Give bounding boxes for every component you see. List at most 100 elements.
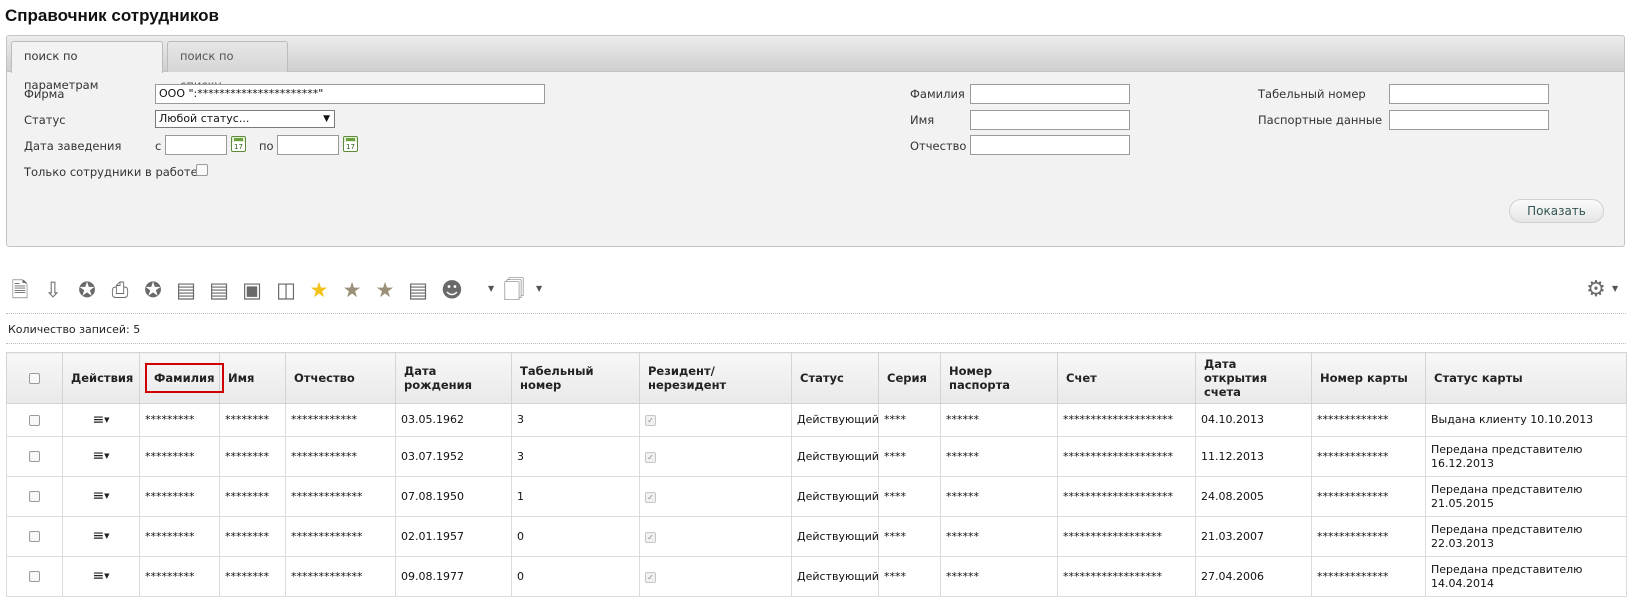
column-header-status[interactable]: Статус — [791, 352, 879, 404]
table-row[interactable]: ≡▼ ********* ******** ************* 02.0… — [6, 516, 1627, 557]
column-header-resident[interactable]: Резидент/ нерезидент — [639, 352, 792, 404]
patronymic-cell: ************* — [285, 516, 396, 557]
records-count: Количество записей: 5 — [8, 323, 141, 336]
table-row[interactable]: ≡▼ ********* ******** ************ 03.05… — [6, 403, 1627, 437]
column-header-passport-number[interactable]: Номер паспорта — [940, 352, 1058, 404]
star-icon[interactable]: ★ — [305, 276, 333, 304]
column-header-series[interactable]: Серия — [878, 352, 941, 404]
gear-icon[interactable]: ⚙ — [1582, 276, 1610, 304]
row-select-cell[interactable] — [6, 556, 63, 597]
series-cell: **** — [878, 436, 941, 477]
firm-label: Фирма — [24, 87, 65, 101]
divider — [6, 343, 1626, 344]
star-gray-icon[interactable]: ★ — [371, 276, 399, 304]
id-card-delete-icon[interactable]: ▣ — [238, 276, 266, 304]
id-card-icon[interactable]: ▤ — [172, 276, 200, 304]
account-cell: ****************** — [1057, 516, 1196, 557]
tab-search-by-list[interactable]: поиск по списку — [167, 41, 288, 92]
date-to-label: по — [259, 139, 274, 153]
actions-menu-icon[interactable]: ≡▼ — [92, 488, 109, 504]
passport-field[interactable] — [1389, 110, 1549, 130]
actions-menu-icon[interactable]: ≡▼ — [92, 412, 109, 428]
column-header-birth-date[interactable]: Дата рождения — [395, 352, 512, 404]
document-card-icon[interactable]: ▤ — [404, 276, 432, 304]
row-actions-cell[interactable]: ≡▼ — [62, 436, 140, 477]
birth-date-cell: 09.08.1977 — [395, 556, 512, 597]
table-row[interactable]: ≡▼ ********* ******** ************ 03.07… — [6, 436, 1627, 477]
column-header-name[interactable]: Имя — [219, 352, 286, 404]
row-checkbox[interactable] — [29, 571, 40, 582]
award-icon[interactable]: ✪ — [73, 276, 101, 304]
birth-date-cell: 03.05.1962 — [395, 403, 512, 437]
name-cell: ******** — [219, 403, 286, 437]
row-checkbox[interactable] — [29, 491, 40, 502]
employees-table: Действия Фамилия Имя Отчество Дата рожде… — [6, 352, 1627, 597]
name-label: Имя — [910, 113, 935, 127]
tab-search-by-parameters[interactable]: поиск по параметрам — [11, 41, 163, 92]
row-actions-cell[interactable]: ≡▼ — [62, 476, 140, 517]
resident-cell: ✓ — [639, 403, 792, 437]
column-header-account-open-date[interactable]: Дата открытия счета — [1195, 352, 1312, 404]
chevron-down-icon[interactable]: ▼ — [536, 284, 542, 293]
date-created-label: Дата заведения — [24, 139, 122, 153]
new-document-icon[interactable]: 🗎 — [6, 276, 34, 304]
row-checkbox[interactable] — [29, 451, 40, 462]
select-all-checkbox[interactable] — [29, 373, 40, 384]
actions-menu-icon[interactable]: ≡▼ — [92, 528, 109, 544]
date-to-input[interactable] — [277, 135, 339, 155]
column-header-account[interactable]: Счет — [1057, 352, 1196, 404]
select-all-header[interactable] — [6, 352, 63, 404]
column-header-card-status[interactable]: Статус карты — [1425, 352, 1627, 404]
chevron-down-icon[interactable]: ▼ — [488, 284, 494, 293]
date-from-input[interactable] — [165, 135, 227, 155]
account-open-date-cell: 04.10.2013 — [1195, 403, 1312, 437]
row-select-cell[interactable] — [6, 403, 63, 437]
series-cell: **** — [878, 516, 941, 557]
row-select-cell[interactable] — [6, 436, 63, 477]
calendar-from-icon[interactable]: 17 — [231, 136, 246, 152]
actions-menu-icon[interactable]: ≡▼ — [92, 568, 109, 584]
document-menu-icon[interactable]: 🗍 — [500, 276, 528, 304]
calendar-to-icon[interactable]: 17 — [343, 136, 358, 152]
row-checkbox[interactable] — [29, 414, 40, 426]
status-select[interactable]: Любой статус... ▼ — [155, 110, 335, 128]
id-card-edit-icon[interactable]: ▤ — [205, 276, 233, 304]
chevron-down-icon[interactable]: ▼ — [1612, 284, 1618, 293]
card-number-cell: ************* — [1311, 403, 1426, 437]
patronymic-field[interactable] — [970, 135, 1130, 155]
show-button[interactable]: Показать — [1509, 199, 1604, 223]
row-actions-cell[interactable]: ≡▼ — [62, 403, 140, 437]
table-row[interactable]: ≡▼ ********* ******** ************* 07.0… — [6, 476, 1627, 517]
row-actions-cell[interactable]: ≡▼ — [62, 556, 140, 597]
firm-field[interactable]: ООО ":**********************" — [155, 84, 545, 104]
only-active-label: Только сотрудники в работе — [24, 165, 198, 179]
series-cell: **** — [878, 556, 941, 597]
star-add-icon[interactable]: ★ — [338, 276, 366, 304]
column-header-surname[interactable]: Фамилия — [139, 352, 224, 404]
row-actions-cell[interactable]: ≡▼ — [62, 516, 140, 557]
column-header-card-number[interactable]: Номер карты — [1311, 352, 1426, 404]
tab-number-cell: 0 — [511, 556, 640, 597]
name-field[interactable] — [970, 110, 1130, 130]
cards-stack-icon[interactable]: ◫ — [272, 276, 300, 304]
row-select-cell[interactable] — [6, 516, 63, 557]
divider — [6, 313, 1626, 314]
surname-cell: ********* — [139, 403, 220, 437]
row-select-cell[interactable] — [6, 476, 63, 517]
download-icon[interactable]: ⇩ — [39, 276, 67, 304]
tab-number-field[interactable] — [1389, 84, 1549, 104]
award-check-icon[interactable]: ✪ — [139, 276, 167, 304]
row-checkbox[interactable] — [29, 531, 40, 542]
actions-menu-icon[interactable]: ≡▼ — [92, 448, 109, 464]
print-check-icon[interactable]: ⎙ — [106, 276, 134, 304]
account-open-date-cell: 21.03.2007 — [1195, 516, 1312, 557]
only-active-checkbox[interactable] — [196, 164, 208, 176]
surname-field[interactable] — [970, 84, 1130, 104]
toolbar: 🗎 ⇩ ✪ ⎙ ✪ ▤ ▤ ▣ ◫ ★ ★ ★ ▤ ☻ ▼ 🗍 ▼ ⚙ ▼ — [6, 276, 1626, 310]
column-header-patronymic[interactable]: Отчество — [285, 352, 396, 404]
status-cell: Действующий — [791, 403, 879, 437]
table-row[interactable]: ≡▼ ********* ******** ************* 09.0… — [6, 556, 1627, 597]
birth-date-cell: 03.07.1952 — [395, 436, 512, 477]
column-header-tab-number[interactable]: Табельный номер — [511, 352, 640, 404]
users-menu-icon[interactable]: ☻ — [438, 276, 466, 304]
